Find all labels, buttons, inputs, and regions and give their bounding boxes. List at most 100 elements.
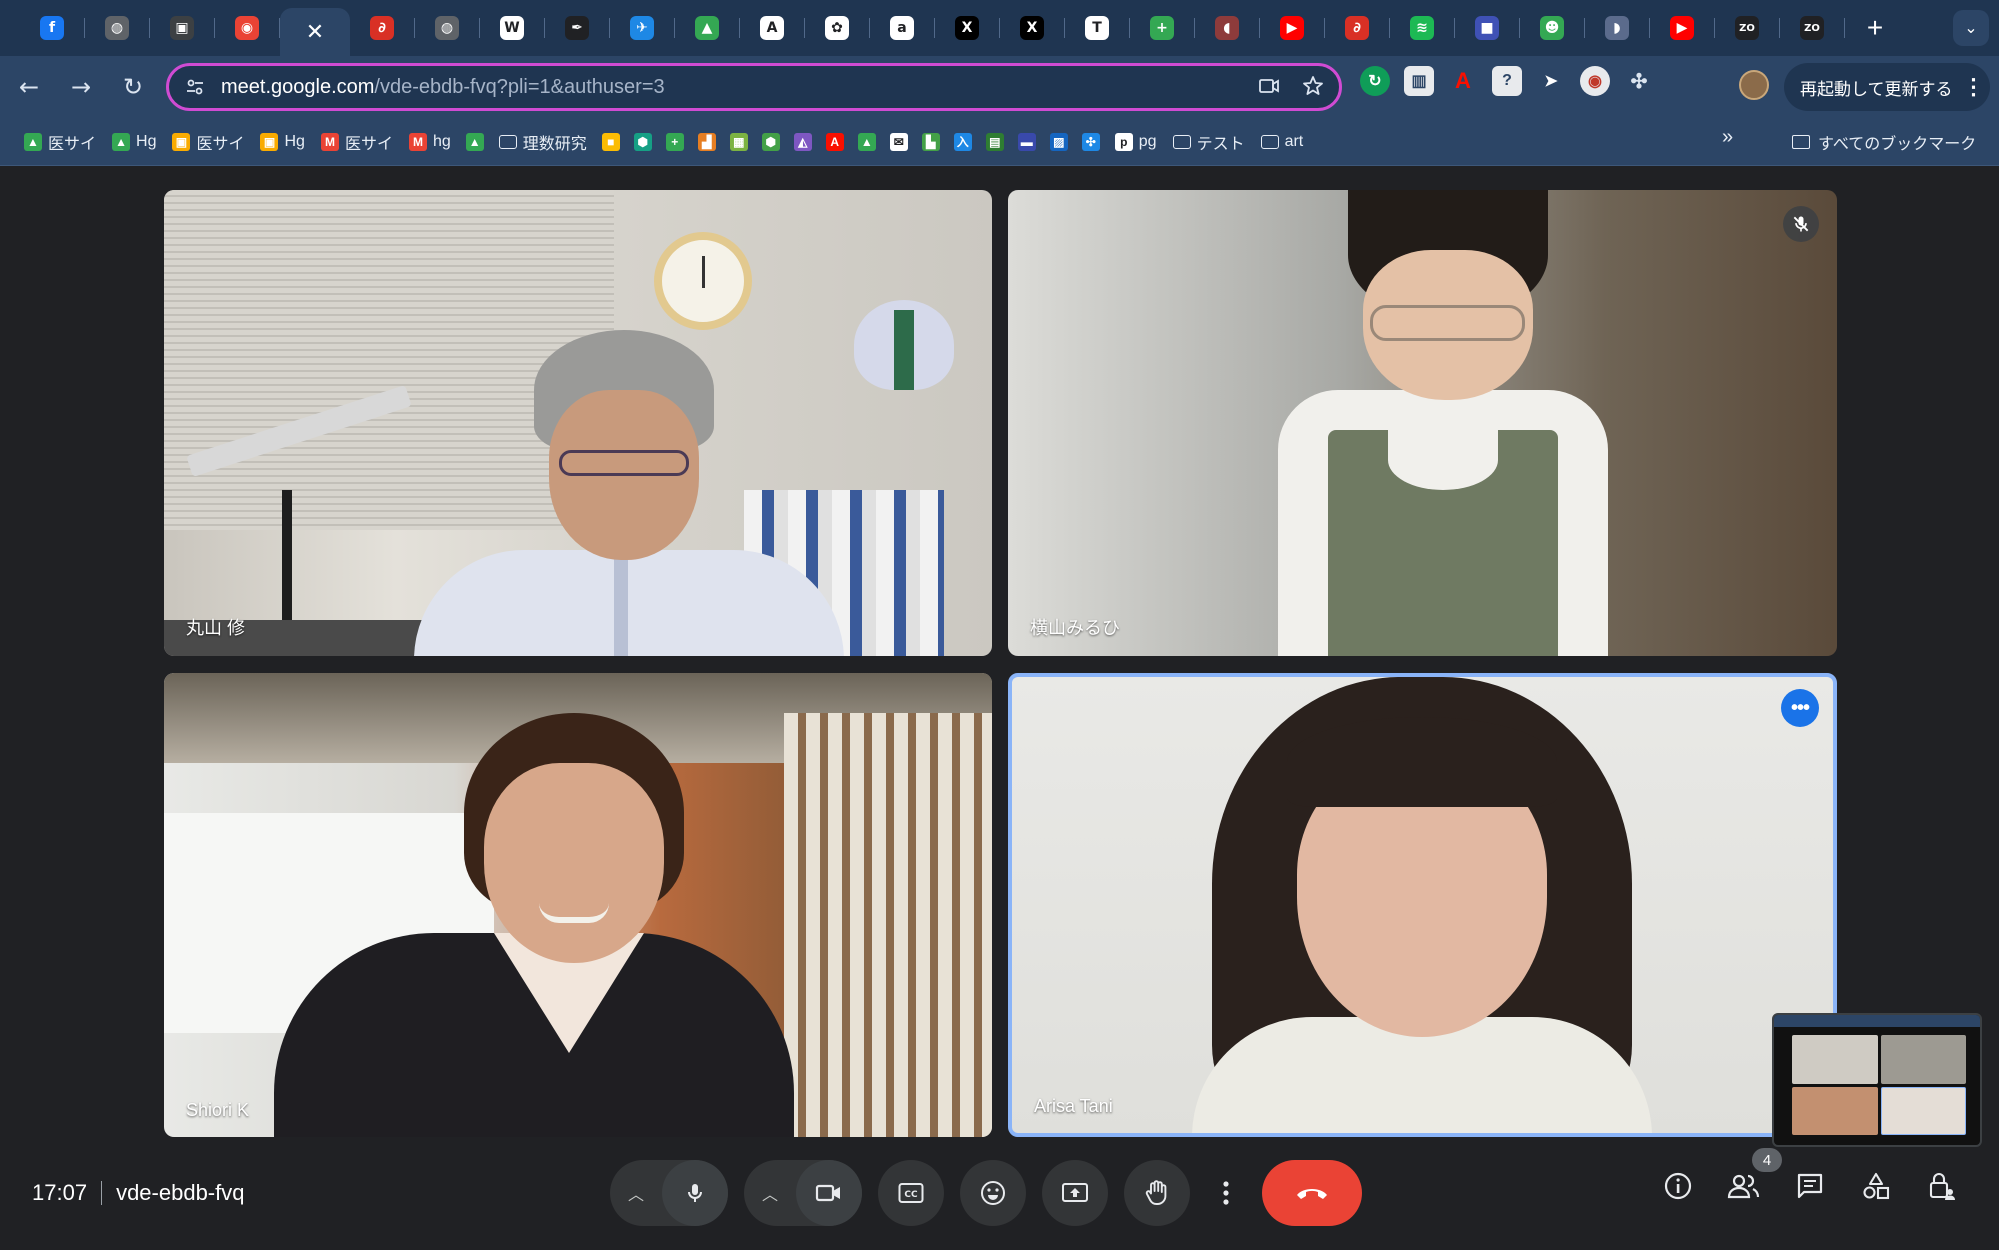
bookmark-item[interactable]: ■ bbox=[595, 126, 627, 158]
participant-tile-active-speaker[interactable]: ••• Arisa Tani bbox=[1008, 673, 1837, 1137]
bookmark-item[interactable]: ▨ bbox=[1043, 126, 1075, 158]
bookmark-item[interactable]: ◭ bbox=[787, 126, 819, 158]
leave-call-button[interactable] bbox=[1262, 1160, 1362, 1226]
bookmark-item[interactable]: 入 bbox=[947, 126, 979, 158]
browser-tab-active[interactable]: ✕ bbox=[280, 8, 350, 56]
relaunch-update-button[interactable]: 再起動して更新する ⋮ bbox=[1784, 63, 1990, 111]
bookmark-item[interactable]: ▙ bbox=[915, 126, 947, 158]
raise-hand-button[interactable] bbox=[1124, 1160, 1190, 1226]
bookmark-item[interactable]: ▟ bbox=[691, 126, 723, 158]
bookmark-item[interactable]: ▬ bbox=[1011, 126, 1043, 158]
participant-tile[interactable]: 丸山 修 bbox=[164, 190, 992, 656]
browser-tab[interactable]: X bbox=[1000, 8, 1064, 48]
tab-search-icon[interactable]: ⌄ bbox=[1953, 10, 1989, 46]
browser-tab[interactable]: ◍ bbox=[85, 8, 149, 48]
browser-tab[interactable]: ☻ bbox=[1520, 8, 1584, 48]
browser-tab[interactable]: ◗ bbox=[1585, 8, 1649, 48]
new-tab-button[interactable]: + bbox=[1855, 8, 1895, 48]
browser-menu-icon[interactable]: ⋮ bbox=[1963, 74, 1985, 100]
browser-tab[interactable]: ∂ bbox=[350, 8, 414, 48]
address-bar[interactable]: meet.google.com/vde-ebdb-fvq?pli=1&authu… bbox=[166, 63, 1342, 111]
reload-button[interactable]: ↻ bbox=[110, 64, 156, 110]
browser-tab[interactable]: ■ bbox=[1455, 8, 1519, 48]
browser-tab[interactable]: ▶ bbox=[1260, 8, 1324, 48]
browser-tab[interactable]: ▲ bbox=[675, 8, 739, 48]
all-bookmarks-button[interactable]: すべてのブックマーク bbox=[1792, 126, 1976, 158]
participant-tile[interactable]: Shiori K bbox=[164, 673, 992, 1137]
browser-tab[interactable]: T bbox=[1065, 8, 1129, 48]
mask-extension-icon[interactable]: ◉ bbox=[1580, 66, 1610, 96]
browser-tab[interactable]: ✈ bbox=[610, 8, 674, 48]
bookmark-item[interactable]: ✣ bbox=[1075, 126, 1107, 158]
bookmark-item[interactable]: ▣ 医サイ bbox=[164, 126, 252, 158]
acrobat-extension-icon[interactable]: A bbox=[1448, 66, 1478, 96]
browser-tab[interactable]: ZO bbox=[1780, 8, 1844, 48]
browser-tab[interactable]: ◍ bbox=[415, 8, 479, 48]
camera-button[interactable] bbox=[796, 1160, 862, 1226]
browser-tab[interactable]: X bbox=[935, 8, 999, 48]
cursor-extension-icon[interactable]: ➤ bbox=[1536, 66, 1566, 96]
browser-tab[interactable]: ▣ bbox=[150, 8, 214, 48]
bookmark-item[interactable]: ⬢ bbox=[627, 126, 659, 158]
people-button[interactable] bbox=[1726, 1168, 1762, 1204]
browser-tab[interactable]: ∂ bbox=[1325, 8, 1389, 48]
bookmark-item[interactable]: ⬢ bbox=[755, 126, 787, 158]
swirl-icon: ∂ bbox=[370, 16, 394, 40]
video-options-caret-icon[interactable]: ︿ bbox=[744, 1181, 796, 1205]
captions-button[interactable]: CC bbox=[878, 1160, 944, 1226]
browser-tab[interactable]: ✿ bbox=[805, 8, 869, 48]
extensions-puzzle-icon[interactable]: ✣ bbox=[1624, 66, 1654, 96]
bookmark-item[interactable]: ✉ bbox=[883, 126, 915, 158]
browser-tab[interactable]: ▶ bbox=[1650, 8, 1714, 48]
bookmark-item[interactable]: ▣ Hg bbox=[252, 126, 312, 158]
bookmark-item[interactable]: art bbox=[1253, 126, 1312, 158]
bookmark-item[interactable]: + bbox=[659, 126, 691, 158]
bookmark-item[interactable]: ▲ bbox=[459, 126, 491, 158]
back-button[interactable]: ← bbox=[6, 64, 52, 110]
microphone-button[interactable] bbox=[662, 1160, 728, 1226]
bookmark-item[interactable]: 理数研究 bbox=[491, 126, 595, 158]
bookmark-star-icon[interactable] bbox=[1301, 74, 1325, 98]
browser-tab[interactable]: + bbox=[1130, 8, 1194, 48]
browser-tab[interactable]: ZO bbox=[1715, 8, 1779, 48]
present-screen-button[interactable] bbox=[1042, 1160, 1108, 1226]
bookmark-item[interactable]: ▤ bbox=[979, 126, 1011, 158]
site-settings-icon[interactable] bbox=[183, 75, 207, 99]
browser-tab[interactable]: f bbox=[20, 8, 84, 48]
bookmark-item[interactable]: p pg bbox=[1107, 126, 1165, 158]
participant-tile[interactable]: 横山みるひ bbox=[1008, 190, 1837, 656]
browser-tab[interactable]: a bbox=[870, 8, 934, 48]
bookmark-item[interactable]: ▲ 医サイ bbox=[16, 126, 104, 158]
audio-options-caret-icon[interactable]: ︿ bbox=[610, 1181, 662, 1205]
chat-button[interactable] bbox=[1792, 1168, 1828, 1204]
bookmark-item[interactable]: A bbox=[819, 126, 851, 158]
browser-tab[interactable]: ✒ bbox=[545, 8, 609, 48]
url-text[interactable]: meet.google.com/vde-ebdb-fvq?pli=1&authu… bbox=[221, 76, 665, 99]
camera-in-use-icon[interactable] bbox=[1257, 74, 1281, 98]
browser-tab[interactable]: ◖ bbox=[1195, 8, 1259, 48]
bookmark-item[interactable]: ▦ bbox=[723, 126, 755, 158]
browser-tab[interactable]: W bbox=[480, 8, 544, 48]
reader-extension-icon[interactable]: ▥ bbox=[1404, 66, 1434, 96]
browser-tab[interactable]: A bbox=[740, 8, 804, 48]
bookmark-item[interactable]: テスト bbox=[1165, 126, 1253, 158]
more-bookmarks-chevron-icon[interactable]: » bbox=[1722, 126, 1733, 149]
translate-extension-icon[interactable]: ? bbox=[1492, 66, 1522, 96]
refresh-extension-icon[interactable]: ↻ bbox=[1360, 66, 1390, 96]
host-controls-button[interactable] bbox=[1924, 1168, 1960, 1204]
bookmark-item[interactable]: ▲ bbox=[851, 126, 883, 158]
more-options-button[interactable] bbox=[1206, 1160, 1246, 1226]
browser-tab[interactable]: ◉ bbox=[215, 8, 279, 48]
profile-avatar[interactable] bbox=[1739, 70, 1769, 100]
bookmark-item[interactable]: Mhg bbox=[401, 126, 459, 158]
reactions-button[interactable] bbox=[960, 1160, 1026, 1226]
close-tab-icon[interactable]: ✕ bbox=[306, 19, 324, 45]
self-view-preview[interactable] bbox=[1772, 1013, 1982, 1147]
tile-more-options-icon[interactable]: ••• bbox=[1781, 689, 1819, 727]
activities-button[interactable] bbox=[1858, 1168, 1894, 1204]
bookmark-item[interactable]: ▲ Hg bbox=[104, 126, 164, 158]
bookmark-item[interactable]: M 医サイ bbox=[313, 126, 401, 158]
forward-button[interactable]: → bbox=[58, 64, 104, 110]
browser-tab[interactable]: ≋ bbox=[1390, 8, 1454, 48]
meeting-details-button[interactable] bbox=[1660, 1168, 1696, 1204]
